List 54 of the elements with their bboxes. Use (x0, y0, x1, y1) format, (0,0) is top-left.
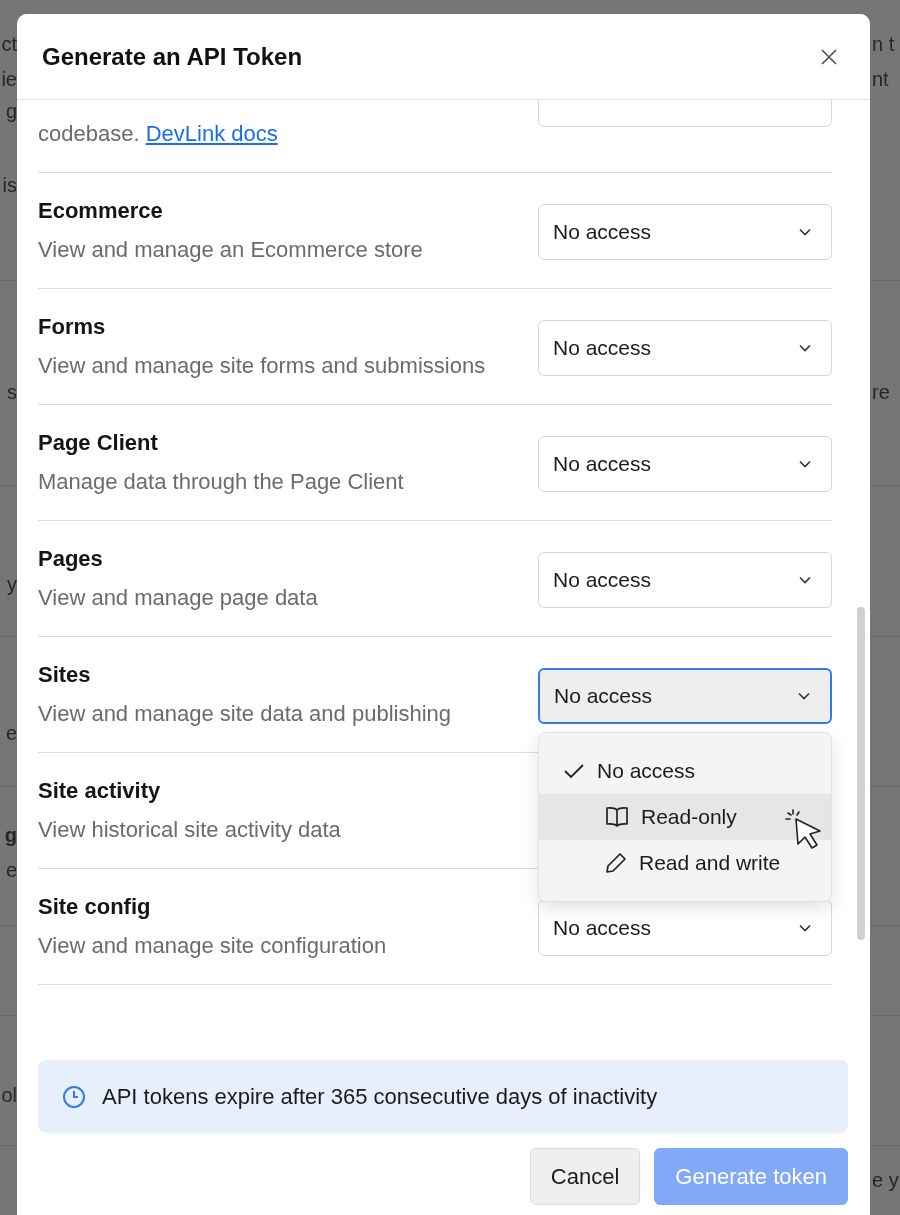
page-text: e y (872, 1169, 899, 1192)
page-text: g (5, 100, 17, 123)
access-select[interactable]: No access (538, 667, 832, 724)
permission-name: Site activity (38, 777, 162, 805)
permission-description: View and manage site forms and submissions (38, 352, 487, 380)
page-text: re (872, 381, 890, 404)
access-select[interactable]: No access (538, 435, 832, 492)
dialog-title: Generate an API Token (42, 42, 303, 71)
page-text: n t (872, 33, 895, 56)
access-select[interactable]: No access (538, 203, 832, 260)
permission-name: Sites (38, 661, 92, 689)
permission-name: Forms (38, 313, 107, 341)
permission-description: View and manage page data (38, 584, 319, 612)
chevron-down-icon (799, 923, 811, 932)
close-icon (820, 47, 838, 66)
page-text: y (7, 573, 17, 596)
access-select[interactable]: No access (538, 319, 832, 376)
page-text: is (2, 174, 17, 197)
menu-item[interactable]: Read and write (539, 839, 831, 886)
access-select[interactable]: No access (538, 899, 832, 956)
cancel-button[interactable]: Cancel (529, 1148, 641, 1205)
page-text: ie (1, 68, 17, 91)
permission-description: View and manage site data and publishing (38, 700, 452, 728)
permission-description: View historical site activity data (38, 816, 342, 844)
chevron-down-icon (798, 691, 810, 700)
page-text: e (5, 722, 17, 745)
check-icon (563, 762, 585, 779)
permission-description: Manage data through the Page Client (38, 468, 405, 496)
permission-description: codebase. DevLink docs (38, 120, 279, 148)
permission-name: Ecommerce (38, 197, 164, 225)
pencil-icon (605, 851, 627, 874)
notice-text: API tokens expire after 365 consecutive days of inactivity (102, 1083, 658, 1110)
scrollbar[interactable] (857, 607, 865, 940)
menu-item[interactable]: No access (539, 747, 831, 794)
page-text: s (7, 381, 17, 404)
clock-icon (62, 1084, 86, 1109)
page-text: g (4, 824, 17, 847)
chevron-down-icon (799, 459, 811, 468)
chevron-down-icon (799, 227, 811, 236)
docs-link[interactable]: DevLink docs (145, 121, 278, 146)
permission-name: Site config (38, 893, 152, 921)
access-select[interactable]: No access (538, 551, 832, 608)
page-text: nt (872, 68, 889, 91)
permission-name: Page Client (38, 429, 159, 457)
page-text: ct (1, 33, 17, 56)
permission-description: View and manage an Ecommerce store (38, 236, 424, 264)
chevron-down-icon (799, 575, 811, 584)
permission-name: Pages (38, 545, 104, 573)
permission-description: View and manage site configuration (38, 932, 388, 960)
page-text: ol (1, 1084, 17, 1107)
page-text: e (5, 859, 17, 882)
chevron-down-icon (799, 343, 811, 352)
book-icon (605, 805, 629, 828)
menu-item[interactable]: Read-only (539, 793, 831, 840)
